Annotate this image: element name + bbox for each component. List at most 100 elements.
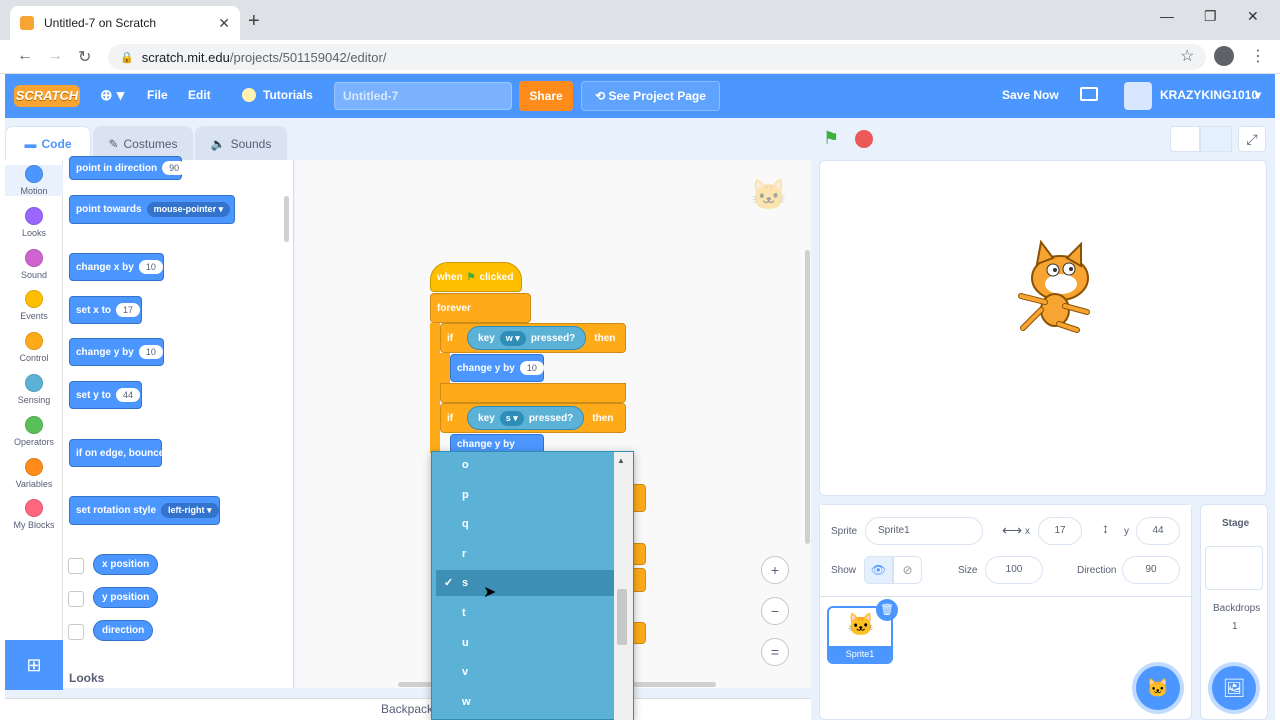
reporter-y-position[interactable]: y position	[93, 587, 159, 608]
block-input[interactable]: 10	[138, 260, 163, 274]
block-forever[interactable]: forever	[430, 293, 531, 323]
workspace-vertical-scrollbar[interactable]	[805, 250, 810, 544]
dropdown-option-p[interactable]: p	[436, 482, 614, 508]
save-now-button[interactable]: Save Now	[1002, 88, 1059, 102]
stage-thumbnail[interactable]	[1205, 546, 1263, 590]
profile-icon[interactable]	[1214, 46, 1234, 66]
project-title-input[interactable]: Untitled-7	[334, 82, 512, 110]
edit-menu[interactable]: Edit	[188, 88, 211, 102]
dropdown-option-r[interactable]: r	[436, 541, 614, 567]
reload-button[interactable]: ↻	[78, 47, 91, 67]
reporter-x-position[interactable]: x position	[93, 554, 159, 575]
fullscreen-icon[interactable]: ⤢	[1238, 126, 1266, 152]
category-my-blocks[interactable]: My Blocks	[5, 499, 63, 530]
x-position-checkbox[interactable]	[68, 558, 84, 574]
my-stuff-folder-icon[interactable]	[1080, 87, 1098, 101]
size-input[interactable]: 100	[985, 556, 1043, 584]
new-tab-button[interactable]: +	[248, 10, 260, 33]
block-input[interactable]: 10	[519, 361, 544, 375]
zoom-out-button[interactable]: −	[761, 597, 789, 625]
dropdown-scroll-up-icon[interactable]: ▲	[617, 456, 625, 465]
block-change-x[interactable]: change x by 10	[69, 253, 164, 281]
dropdown-option-q[interactable]: q	[436, 511, 614, 537]
stop-button[interactable]	[855, 130, 873, 148]
dropdown-option-t[interactable]: t	[436, 600, 614, 626]
direction-input[interactable]: 90	[1122, 556, 1180, 584]
palette-scrollbar[interactable]	[284, 196, 289, 242]
username-menu[interactable]: KRAZYKING1010	[1160, 88, 1258, 102]
category-motion[interactable]: Motion	[5, 165, 63, 196]
x-input[interactable]: 17	[1038, 517, 1082, 545]
block-dropdown[interactable]: left-right ▾	[161, 503, 219, 518]
dropdown-option-v[interactable]: v	[436, 659, 614, 685]
user-caret-icon[interactable]: ▾	[1255, 88, 1261, 102]
scratch-logo[interactable]: SCRATCH	[14, 85, 80, 107]
block-point-towards[interactable]: point towards mouse-pointer ▾	[69, 195, 235, 224]
green-flag-button[interactable]: ⚑	[823, 128, 839, 149]
zoom-reset-button[interactable]: =	[761, 638, 789, 666]
browser-menu-icon[interactable]: ⋮	[1250, 46, 1266, 66]
category-sound[interactable]: Sound	[5, 248, 63, 280]
category-sensing[interactable]: Sensing	[5, 374, 63, 405]
block-when-flag-clicked[interactable]: when ⚑ clicked	[430, 262, 522, 292]
block-input[interactable]: 90	[162, 161, 187, 175]
dropdown-scrollbar-track[interactable]	[614, 452, 633, 720]
block-set-x[interactable]: set x to 17	[69, 296, 142, 324]
see-project-page-button[interactable]: ⟲ See Project Page	[581, 81, 720, 111]
key-dropdown-s[interactable]: s ▾	[499, 410, 524, 426]
delete-sprite-trash-icon[interactable]: 🗑	[876, 599, 898, 621]
category-variables[interactable]: Variables	[5, 457, 63, 489]
y-input[interactable]: 44	[1136, 517, 1180, 545]
block-if-key-s[interactable]: if key s ▾ pressed? then	[440, 403, 626, 433]
maximize-button[interactable]: ❐	[1204, 8, 1217, 25]
tab-costumes[interactable]: ✎ Costumes	[93, 126, 193, 160]
forward-button[interactable]: →	[47, 47, 63, 65]
dropdown-option-w[interactable]: w	[436, 689, 614, 715]
block-set-y[interactable]: set y to 44	[69, 381, 142, 409]
block-if-key-w[interactable]: if key w ▾ pressed? then	[440, 323, 626, 353]
block-input[interactable]: 17	[116, 303, 141, 317]
sprite-name-input[interactable]: Sprite1	[865, 517, 983, 545]
language-globe-icon[interactable]: ⊕ ▾	[100, 86, 124, 104]
block-if-on-edge-bounce[interactable]: if on edge, bounce	[69, 439, 164, 467]
tab-close-icon[interactable]: ✕	[218, 15, 230, 32]
sprite-cat-on-stage[interactable]	[1015, 239, 1105, 335]
tutorials-menu[interactable]: Tutorials	[263, 88, 313, 102]
dropdown-option-s[interactable]: ✓ s	[436, 570, 614, 597]
zoom-in-button[interactable]: +	[761, 556, 789, 584]
choose-sprite-cat-icon[interactable]: 🐱	[1136, 666, 1180, 710]
add-extension-button[interactable]: ⊞	[5, 640, 63, 690]
block-input[interactable]: 44	[116, 388, 141, 402]
block-set-rotation-style[interactable]: set rotation style left-right ▾	[69, 496, 220, 525]
show-hidden-eye-icon[interactable]: ⊘	[893, 556, 922, 584]
choose-backdrop-icon[interactable]: 🖼	[1212, 666, 1256, 710]
category-events[interactable]: Events	[5, 290, 63, 321]
user-avatar[interactable]	[1124, 82, 1152, 110]
url-field[interactable]: 🔒 scratch.mit.edu /projects/501159042/ed…	[108, 44, 1206, 70]
file-menu[interactable]: File	[147, 88, 168, 102]
close-window-button[interactable]: ✕	[1247, 8, 1259, 25]
key-dropdown-w[interactable]: w ▾	[499, 330, 526, 346]
back-button[interactable]: ←	[17, 47, 33, 65]
tab-code[interactable]: ▬ Code	[5, 126, 91, 160]
block-point-in-direction[interactable]: point in direction 90	[69, 156, 187, 180]
dropdown-option-u[interactable]: u	[436, 630, 614, 656]
show-visible-eye-icon[interactable]: 👁	[864, 556, 893, 584]
dropdown-scrollbar-thumb[interactable]	[617, 589, 627, 645]
large-stage-button[interactable]	[1200, 126, 1232, 152]
bookmark-star-icon[interactable]: ☆	[1180, 46, 1194, 66]
category-operators[interactable]: Operators	[5, 415, 63, 447]
dropdown-option-o[interactable]: o	[436, 452, 614, 478]
direction-checkbox[interactable]	[68, 624, 84, 640]
y-position-checkbox[interactable]	[68, 591, 84, 607]
browser-tab[interactable]: Untitled-7 on Scratch ✕	[10, 6, 240, 40]
share-button[interactable]: Share	[519, 81, 573, 111]
tab-sounds[interactable]: 🔈 Sounds	[195, 126, 287, 160]
sensing-key-pressed-s[interactable]: key s ▾ pressed?	[467, 406, 585, 430]
block-change-y[interactable]: change y by 10	[69, 338, 164, 366]
sensing-key-pressed-w[interactable]: key w ▾ pressed?	[467, 326, 587, 350]
block-change-y-by-10[interactable]: change y by 10	[450, 354, 544, 382]
block-dropdown[interactable]: mouse-pointer ▾	[146, 202, 231, 217]
category-control[interactable]: Control	[5, 332, 63, 363]
reporter-direction[interactable]: direction	[93, 620, 154, 641]
